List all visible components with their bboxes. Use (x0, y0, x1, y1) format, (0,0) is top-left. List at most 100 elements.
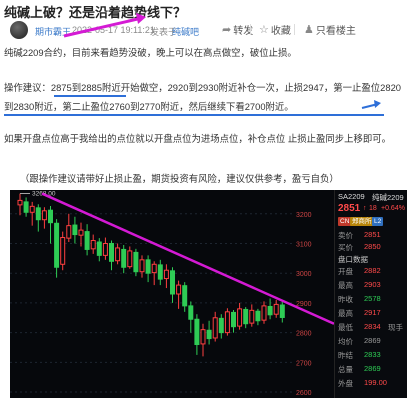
quote-row-value: 2833 (364, 350, 381, 359)
contract-name: 纯碱2209 (372, 193, 404, 202)
quote-row: 均价 2869 (338, 336, 406, 347)
candle-down (48, 209, 53, 224)
candle-up (273, 303, 279, 315)
buy-label: 买价 (338, 243, 353, 252)
article-meta: 期市霸王 2022-05-17 19:11:21 发表于 纯碱吧 ➦ 转发 ☆ … (4, 18, 409, 42)
favorite-button[interactable]: ☆ 收藏 (259, 22, 291, 37)
tag-badge: L2 (372, 217, 384, 226)
candle-up (41, 210, 47, 221)
candle-down (157, 264, 163, 280)
tag-badge: 郑商所 (350, 217, 374, 226)
candle-up (60, 237, 66, 265)
symbol: SA2209 (338, 192, 365, 201)
candle-up (212, 317, 218, 339)
candlestick-area[interactable]: 32003100300029002800270026003268.00 (10, 190, 335, 398)
quote-row-label: 昨结 (338, 351, 353, 360)
candle-down (170, 270, 175, 295)
candle-down (279, 304, 285, 318)
candle-down (54, 222, 60, 268)
y-tick-label: 3000 (296, 271, 312, 278)
candle-up (237, 308, 243, 327)
y-tick-label: 2700 (296, 360, 312, 367)
last-price: 2851 (338, 203, 361, 214)
candle-down (255, 310, 261, 322)
divider (294, 24, 295, 35)
candle-down (206, 329, 212, 340)
quote-row-label: 开盘 (338, 267, 353, 276)
candle-down (145, 259, 151, 274)
highlight-underline (4, 114, 384, 116)
y-tick-label: 2600 (296, 390, 312, 397)
forum-link[interactable]: 纯碱吧 (172, 25, 199, 38)
sell-label: 卖价 (338, 231, 353, 240)
candle-up (102, 242, 108, 256)
quote-row-value: 2903 (364, 280, 381, 289)
candle-down (96, 241, 102, 256)
candle-up (151, 263, 157, 274)
quote-row: 昨结 2833 (338, 350, 406, 361)
quote-row-value: 2917 (364, 308, 381, 317)
candle-down (182, 285, 188, 307)
quote-row-value: 2869 (364, 336, 381, 345)
trend-line (41, 192, 335, 325)
paragraph: 纯碱2209合约，目前来看趋势没破，晚上可以在高点做空，破位止损。 (4, 47, 297, 58)
quote-row-label: 最高 (338, 281, 353, 290)
y-tick-label: 2800 (296, 331, 312, 338)
quote-row-extra: 现手 (388, 323, 403, 332)
favorite-label: 收藏 (270, 26, 291, 37)
quote-row-value: 2578 (364, 294, 381, 303)
highlight-underline (54, 95, 126, 97)
y-tick-label: 3100 (296, 241, 312, 248)
author-link[interactable]: 期市霸王 (35, 25, 71, 38)
candle-up (90, 240, 96, 250)
kline-chart[interactable]: 32003100300029002800270026003268.00 SA22… (10, 190, 407, 398)
quote-row-value: 2834 (364, 322, 381, 331)
candle-up (139, 259, 145, 273)
quote-row-value: 199.00 (364, 378, 387, 387)
candle-up (66, 225, 72, 239)
sell-value: 2851 (364, 230, 381, 239)
candle-down (133, 251, 139, 273)
quote-row-value: 2869 (364, 364, 381, 373)
candle-up (261, 305, 267, 321)
quote-row-label: 最高 (338, 309, 353, 318)
candle-up (78, 229, 84, 236)
candle-down (109, 242, 114, 262)
quote-row-label: 昨收 (338, 295, 353, 304)
quote-row-label: 总量 (338, 365, 353, 374)
candle-up (17, 199, 23, 206)
share-button[interactable]: ➦ 转发 (222, 22, 253, 37)
section-header: 盘口数据 (338, 255, 368, 264)
candle-down (218, 317, 224, 334)
quote-row: 最高 2917 (338, 308, 406, 319)
avatar[interactable] (10, 21, 28, 39)
candle-down (23, 201, 29, 213)
candle-down (84, 231, 90, 250)
candle-down (267, 305, 273, 316)
quote-row-label: 均价 (338, 337, 353, 346)
quote-row-value: 2882 (364, 266, 381, 275)
star-icon: ☆ (259, 24, 269, 36)
candle-down (231, 311, 236, 328)
author-only-label: 只看楼主 (315, 26, 356, 37)
candle-up (127, 250, 133, 268)
candle-up (224, 311, 230, 334)
disclaimer: （跟操作建议请带好止损止盈，期货投资有风险，建议仅供参考，盈亏自负） (20, 173, 339, 184)
quote-row: 外盘 199.00 (338, 378, 406, 389)
y-tick-label: 3200 (296, 212, 312, 219)
paragraph: 如果开盘点位高于我给出的点位就以开盘点位为进场点位，补仓点位 止损止盈同步上移即… (4, 133, 391, 144)
candle-up (249, 309, 255, 324)
candle-up (163, 269, 169, 280)
quote-row-label: 外盘 (338, 379, 353, 388)
quote-row-label: 最低 (338, 323, 353, 332)
candle-down (72, 224, 78, 236)
candle-down (194, 318, 200, 346)
quote-row: 开盘 2882 (338, 266, 406, 277)
quote-row: 最高 2903 (338, 280, 406, 291)
quote-row: 最低 2834 现手 (338, 322, 406, 333)
paragraph: 操作建议：2875到2885附近开始做空，2920到2930附近补仓一次，止损2… (4, 82, 402, 112)
author-only-button[interactable]: ♟ 只看楼主 (304, 22, 356, 37)
price-change-pct: +0.64% (381, 205, 405, 212)
candle-up (115, 247, 121, 262)
quote-row: 昨收 2578 (338, 294, 406, 305)
